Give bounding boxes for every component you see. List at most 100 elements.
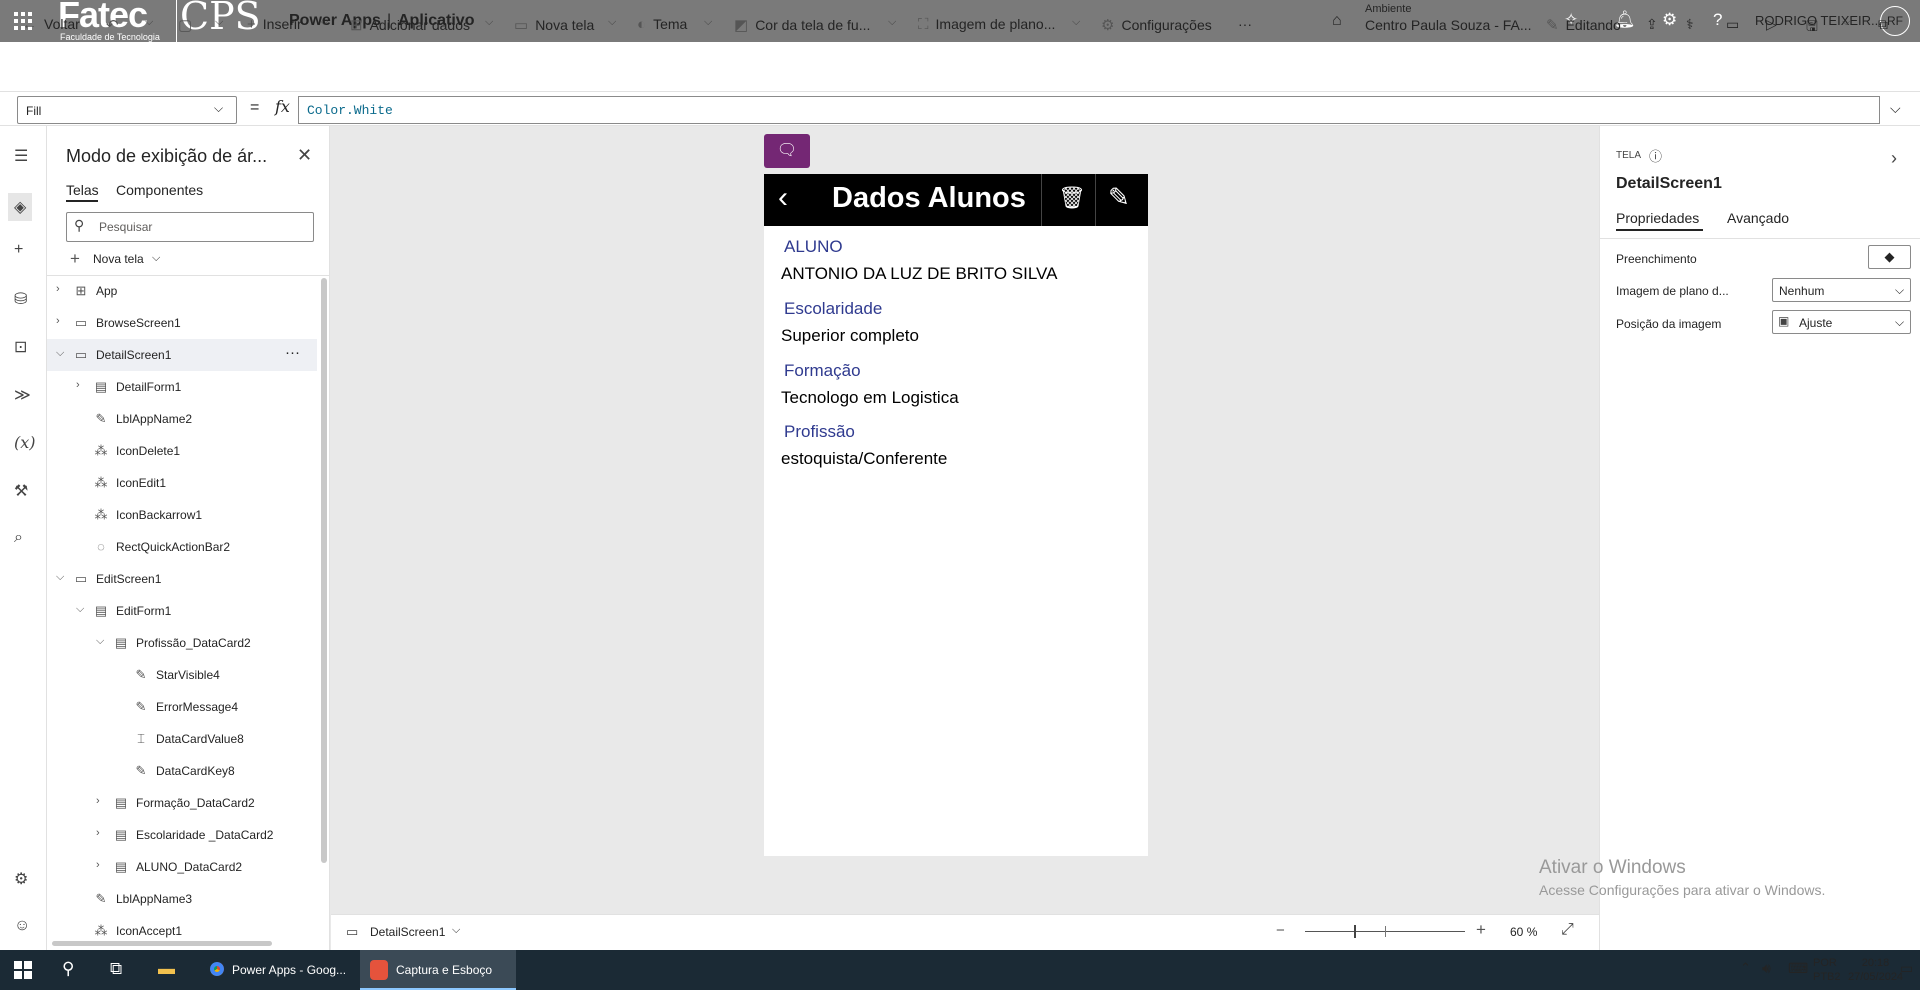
notification-center-icon[interactable]: ▭ <box>1900 960 1913 977</box>
task-view-icon[interactable]: ⧉ <box>110 959 122 979</box>
search-input[interactable]: Pesquisar <box>66 212 314 242</box>
theme-chevron-icon[interactable]: ⌵ <box>704 16 712 29</box>
tree-item-icon[interactable]: ⁂ IconEdit1 <box>47 467 317 499</box>
background-image-chevron-icon[interactable]: ⌵ <box>1072 16 1080 29</box>
background-image-select[interactable]: Nenhum <box>1772 278 1911 302</box>
background-color-chevron-icon[interactable]: ⌵ <box>888 16 896 29</box>
tree-item-label[interactable]: ✎ StarVisible4 <box>47 659 317 691</box>
preview-play-icon[interactable]: ▷ <box>1766 16 1777 33</box>
formula-input[interactable]: Color.White <box>298 96 1880 124</box>
virtual-agent-icon[interactable]: ☺ <box>14 917 30 935</box>
zoom-in-icon[interactable]: + <box>1476 920 1486 940</box>
insert-chevron-icon[interactable]: ⌵ <box>320 16 328 29</box>
chevron-right-icon[interactable]: › <box>96 795 100 807</box>
data-icon[interactable]: ⛁ <box>14 289 27 309</box>
chevron-right-icon[interactable]: › <box>56 315 60 327</box>
add-data-chevron-icon[interactable]: ⌵ <box>485 16 493 29</box>
zoom-out-icon[interactable]: − <box>1276 922 1285 939</box>
tab-components[interactable]: Componentes <box>116 182 203 198</box>
pencil-icon[interactable]: ✎ <box>1108 182 1130 213</box>
chevron-down-icon[interactable]: ⌵ <box>1895 283 1904 298</box>
chevron-down-icon[interactable]: ⌵ <box>56 571 64 584</box>
zoom-slider-thumb[interactable] <box>1354 925 1356 938</box>
new-screen-button[interactable]: ▭ Nova tela <box>514 16 594 34</box>
file-explorer-icon[interactable]: ▬ <box>158 959 175 979</box>
search-icon[interactable]: ⚲ <box>62 959 74 979</box>
tree-item-app[interactable]: › ⊞ App <box>47 275 317 307</box>
chevron-down-icon[interactable]: ⌵ <box>76 603 84 616</box>
tab-advanced[interactable]: Avançado <box>1727 210 1789 226</box>
add-comment-icon[interactable]: 🗨︎ <box>764 134 810 168</box>
media-icon[interactable]: ⊡ <box>14 337 27 357</box>
fill-color-picker[interactable]: ◆ <box>1868 245 1911 269</box>
settings-rail-icon[interactable]: ⚙ <box>14 869 28 889</box>
theme-button[interactable]: ◐ Tema <box>637 16 687 33</box>
tree-item-icon[interactable]: ⁂ IconAccept1 <box>47 915 317 941</box>
paste-button[interactable]: ▢ <box>178 16 199 34</box>
new-screen-chevron-icon[interactable]: ⌵ <box>608 16 616 29</box>
tree-item-shape[interactable]: ◌ RectQuickActionBar2 <box>47 531 317 563</box>
tree-item-icon[interactable]: ⁂ IconBackarrow1 <box>47 499 317 531</box>
power-automate-icon[interactable]: ≫ <box>14 385 31 405</box>
volume-icon[interactable]: 🔊︎ <box>1762 960 1771 977</box>
chevron-right-icon[interactable]: › <box>96 827 100 839</box>
environment-label[interactable]: Ambiente <box>1365 3 1411 15</box>
tree-view-layers-icon[interactable]: ◈ <box>8 193 33 221</box>
share-icon[interactable]: ⇪ <box>1646 16 1658 33</box>
tree-item-datacard[interactable]: ⌵ ▤ Profissão_DataCard2 <box>47 627 317 659</box>
chevron-down-icon[interactable]: ⌵ <box>56 347 64 360</box>
background-color-button[interactable]: ◩ Cor da tela de fu... <box>734 16 870 34</box>
help-circle-icon[interactable]: ⓘ <box>1649 146 1662 165</box>
environment-icon[interactable]: ⌂ <box>1332 12 1342 30</box>
search-rail-icon[interactable]: ⌕ <box>14 529 23 547</box>
more-options-icon[interactable]: ··· <box>285 344 300 361</box>
tree-item-screen[interactable]: ⌵ ▭ EditScreen1 <box>47 563 317 595</box>
back-button[interactable]: ← Voltar <box>22 16 80 33</box>
variables-icon[interactable]: (x) <box>14 433 36 452</box>
hamburger-menu-icon[interactable]: ☰ <box>14 146 28 166</box>
tree-item-label[interactable]: ✎ LblAppName2 <box>47 403 317 435</box>
undo-dropdown-chevron-icon[interactable]: ⌵ <box>145 16 153 29</box>
tree-scrollbar[interactable] <box>321 278 327 863</box>
paste-dropdown-chevron-icon[interactable]: ⌵ <box>215 16 223 29</box>
tree-item-form[interactable]: › ▤ DetailForm1 <box>47 371 317 403</box>
new-screen-link[interactable]: Nova tela <box>93 252 144 266</box>
editing-button[interactable]: ✎ Editando <box>1546 16 1621 34</box>
chevron-right-icon[interactable]: › <box>96 859 100 871</box>
trash-icon[interactable]: 🗑︎ <box>1058 185 1086 211</box>
image-position-select[interactable]: Ajuste <box>1772 310 1911 334</box>
settings-icon[interactable]: ⚙ <box>1662 10 1677 30</box>
tree-item-datacard[interactable]: › ▤ ALUNO_DataCard2 <box>47 851 317 883</box>
tree-item-datacard[interactable]: › ▤ Formação_DataCard2 <box>47 787 317 819</box>
chevron-right-icon[interactable]: › <box>1891 148 1897 169</box>
fit-to-window-icon[interactable]: ⤢ <box>1561 921 1574 939</box>
tree-item-screen[interactable]: › ▭ BrowseScreen1 <box>47 307 317 339</box>
publish-icon[interactable]: ⧉ <box>1878 16 1888 33</box>
chevron-down-icon[interactable]: ⌵ <box>152 252 160 265</box>
chevron-down-icon[interactable]: ⌵ <box>452 924 460 937</box>
tree-item-label[interactable]: ✎ DataCardKey8 <box>47 755 317 787</box>
tab-screens[interactable]: Telas <box>66 182 99 198</box>
tree-item-label[interactable]: ✎ ErrorMessage4 <box>47 691 317 723</box>
windows-start-icon[interactable] <box>14 961 32 979</box>
tree-item-screen-selected[interactable]: ⌵ ▭ DetailScreen1 ··· <box>47 339 317 371</box>
help-icon[interactable]: ? <box>1713 10 1722 30</box>
environment-name[interactable]: Centro Paula Souza - FA... <box>1365 17 1532 33</box>
language-indicator[interactable]: POR PTB2 <box>1813 956 1841 984</box>
plus-icon[interactable]: + <box>70 249 80 269</box>
background-image-button[interactable]: ⛶ Imagem de plano... <box>918 16 1055 33</box>
screen-selector[interactable]: DetailScreen1 <box>370 925 445 939</box>
chevron-down-icon[interactable]: ⌵ <box>214 101 223 116</box>
comments-icon[interactable]: ▭ <box>1726 16 1739 33</box>
app-checker-icon[interactable]: ⚕ <box>1686 16 1694 33</box>
tray-chevron-up-icon[interactable]: ⌃ <box>1740 960 1751 976</box>
tree-item-label[interactable]: ✎ LblAppName3 <box>47 883 317 915</box>
chevron-right-icon[interactable]: › <box>56 283 60 295</box>
expand-formula-chevron-icon[interactable]: ⌵ <box>1890 100 1901 117</box>
network-icon[interactable]: ⌨ <box>1788 960 1808 977</box>
clock[interactable]: 20:18 27/05/2024 <box>1848 956 1903 984</box>
advanced-tools-icon[interactable]: ⚒ <box>14 481 28 501</box>
add-data-button[interactable]: ⊞ Adicionar dados <box>350 16 470 34</box>
tree-item-datacard[interactable]: › ▤ Escolaridade _DataCard2 <box>47 819 317 851</box>
property-select[interactable]: Fill <box>17 96 237 124</box>
